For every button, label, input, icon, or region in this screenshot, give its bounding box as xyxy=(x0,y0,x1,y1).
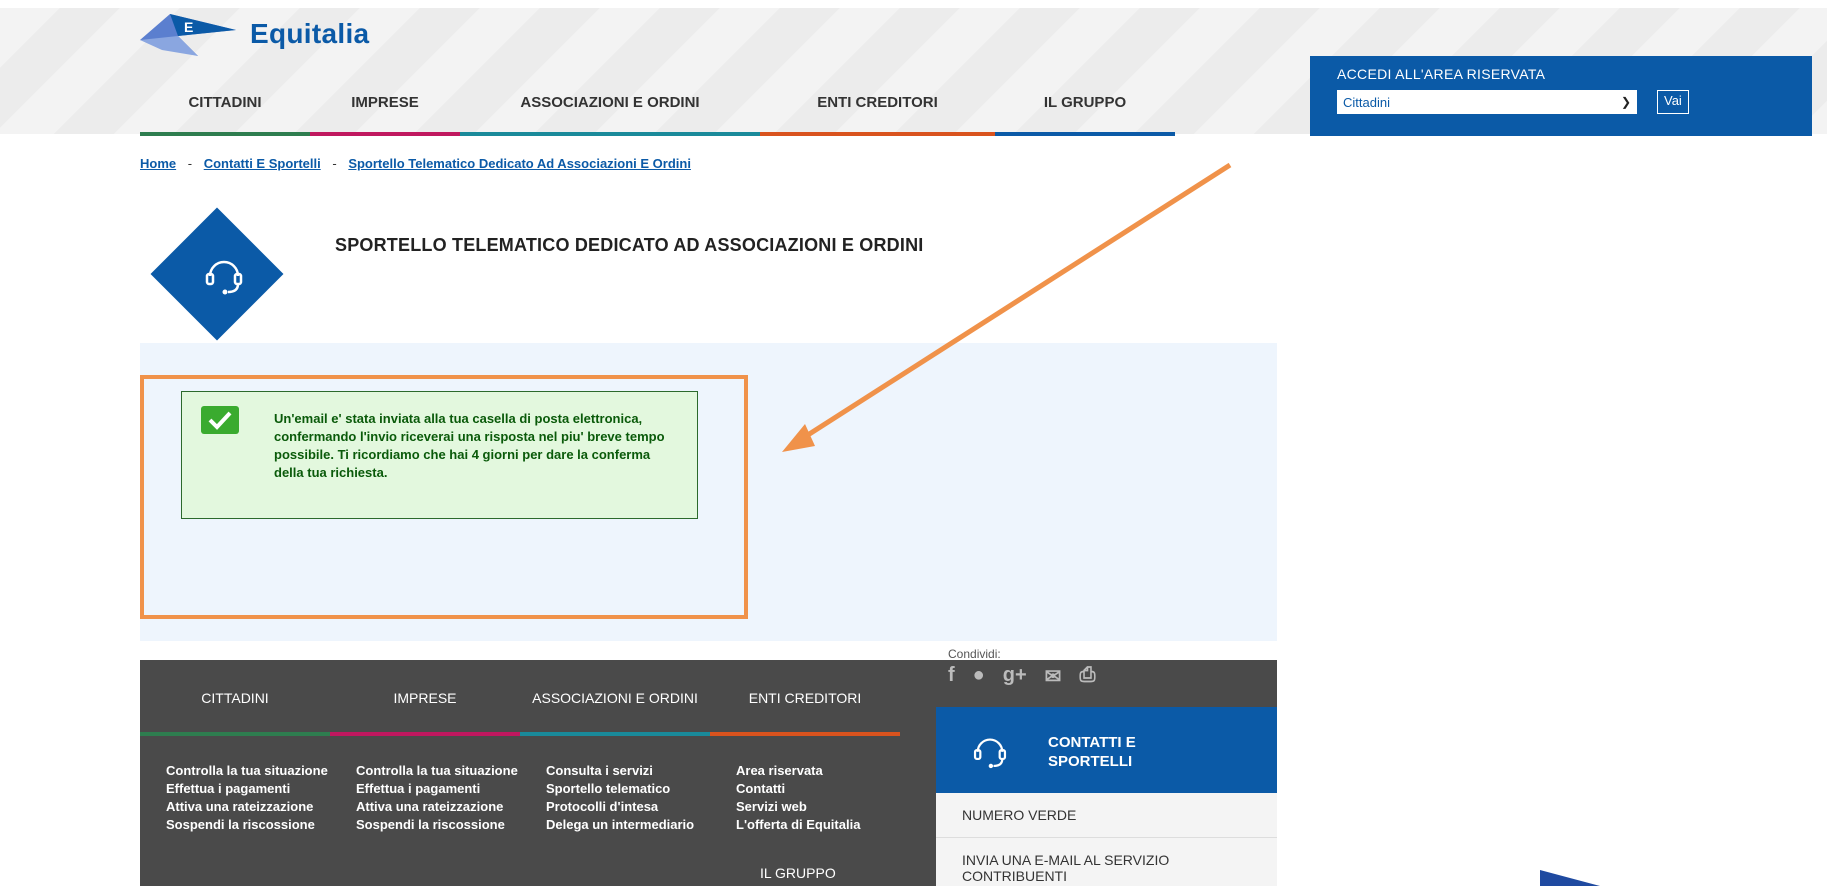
share-icons: f ● g+ ✉ ⎙ xyxy=(948,664,1095,689)
go-button[interactable]: Vai xyxy=(1657,90,1689,114)
logo-text: Equitalia xyxy=(250,18,370,49)
headset-icon xyxy=(973,738,1007,769)
nav-enti-creditori[interactable]: ENTI CREDITORI xyxy=(760,88,995,136)
footer-col-underline xyxy=(140,732,330,736)
twitter-icon[interactable]: ● xyxy=(973,664,985,689)
email-icon[interactable]: ✉ xyxy=(1045,664,1062,689)
footer-col-label: IMPRESE xyxy=(393,690,457,706)
footer-link[interactable]: Consulta i servizi xyxy=(546,762,710,780)
footer-link[interactable]: Attiva una rateizzazione xyxy=(356,798,520,816)
nav-underline xyxy=(140,132,310,136)
contacts-numero-verde[interactable]: NUMERO VERDE xyxy=(936,793,1277,838)
reserved-area-panel: ACCEDI ALL'AREA RISERVATA Cittadini ❯ Va… xyxy=(1310,56,1812,136)
svg-text:E: E xyxy=(184,19,193,35)
footer-link[interactable]: L'offerta di Equitalia xyxy=(736,816,900,834)
footer-link[interactable]: Effettua i pagamenti xyxy=(356,780,520,798)
footer-col-cittadini[interactable]: CITTADINI xyxy=(140,690,330,736)
success-message-text: Un'email e' stata inviata alla tua casel… xyxy=(274,411,665,480)
footer-col-label: ENTI CREDITORI xyxy=(748,690,862,706)
footer-link[interactable]: Sportello telematico xyxy=(546,780,710,798)
nav-label: CITTADINI xyxy=(188,94,262,111)
footer-col-underline xyxy=(710,732,900,736)
footer-col-enti[interactable]: ENTI CREDITORI xyxy=(710,690,900,736)
headset-icon xyxy=(205,260,243,295)
nav-label: ENTI CREDITORI xyxy=(817,94,938,111)
footer-link[interactable]: Effettua i pagamenti xyxy=(166,780,330,798)
main-nav: CITTADINI IMPRESE ASSOCIAZIONI E ORDINI … xyxy=(140,88,1175,136)
nav-il-gruppo[interactable]: IL GRUPPO xyxy=(995,88,1175,136)
breadcrumb: Home - Contatti E Sportelli - Sportello … xyxy=(140,156,691,171)
footer-link[interactable]: Delega un intermediario xyxy=(546,816,710,834)
nav-underline xyxy=(310,132,460,136)
google-plus-icon[interactable]: g+ xyxy=(1003,664,1027,689)
footer-link[interactable]: Controlla la tua situazione xyxy=(166,762,330,780)
footer-col-underline xyxy=(520,732,710,736)
equitalia-logo-icon: E xyxy=(140,14,236,56)
nav-label: IMPRESE xyxy=(351,94,419,111)
footer-link[interactable]: Contatti xyxy=(736,780,900,798)
reserved-area-title: ACCEDI ALL'AREA RISERVATA xyxy=(1337,66,1546,82)
print-icon[interactable]: ⎙ xyxy=(1079,664,1095,689)
footer-link[interactable]: Servizi web xyxy=(736,798,900,816)
footer-col-associazioni[interactable]: ASSOCIAZIONI E ORDINI xyxy=(520,690,710,736)
contacts-box[interactable]: CONTATTI E SPORTELLI xyxy=(936,707,1277,793)
contacts-list: NUMERO VERDE INVIA UNA E-MAIL AL SERVIZI… xyxy=(936,793,1277,886)
footer-links-enti: Area riservata Contatti Servizi web L'of… xyxy=(710,762,900,834)
footer-links-imprese: Controlla la tua situazione Effettua i p… xyxy=(330,762,520,834)
nav-cittadini[interactable]: CITTADINI xyxy=(140,88,310,136)
footer-il-gruppo[interactable]: IL GRUPPO xyxy=(760,865,836,881)
nav-associazioni[interactable]: ASSOCIAZIONI E ORDINI xyxy=(460,88,760,136)
footer-link[interactable]: Attiva una rateizzazione xyxy=(166,798,330,816)
nav-imprese[interactable]: IMPRESE xyxy=(310,88,460,136)
success-message: Un'email e' stata inviata alla tua casel… xyxy=(181,391,698,519)
breadcrumb-contatti[interactable]: Contatti E Sportelli xyxy=(204,156,321,171)
footer-links-cittadini: Controlla la tua situazione Effettua i p… xyxy=(140,762,330,834)
footer-col-label: ASSOCIAZIONI E ORDINI xyxy=(532,690,698,706)
page: E Equitalia CITTADINI IMPRESE ASSOCIAZIO… xyxy=(0,0,1827,886)
decorative-triangle xyxy=(1540,870,1600,886)
contacts-title: CONTATTI E SPORTELLI xyxy=(1048,734,1136,770)
breadcrumb-separator: - xyxy=(332,156,337,171)
check-icon xyxy=(201,406,239,434)
nav-label: IL GRUPPO xyxy=(1043,94,1127,111)
footer-links-associazioni: Consulta i servizi Sportello telematico … xyxy=(520,762,710,834)
footer-link[interactable]: Protocolli d'intesa xyxy=(546,798,710,816)
contacts-email[interactable]: INVIA UNA E-MAIL AL SERVIZIO CONTRIBUENT… xyxy=(936,838,1277,886)
footer-col-imprese[interactable]: IMPRESE xyxy=(330,690,520,736)
chevron-down-icon: ❯ xyxy=(1620,95,1631,109)
page-title: SPORTELLO TELEMATICO DEDICATO AD ASSOCIA… xyxy=(335,235,924,255)
reserved-area-select[interactable]: Cittadini ❯ xyxy=(1337,90,1637,114)
nav-underline xyxy=(760,132,995,136)
footer-col-label: CITTADINI xyxy=(201,690,269,706)
footer-link[interactable]: Sospendi la riscossione xyxy=(356,816,520,834)
nav-underline xyxy=(995,132,1175,136)
facebook-icon[interactable]: f xyxy=(948,664,955,689)
breadcrumb-home[interactable]: Home xyxy=(140,156,176,171)
select-value: Cittadini xyxy=(1343,94,1390,110)
footer-link[interactable]: Sospendi la riscossione xyxy=(166,816,330,834)
nav-label: ASSOCIAZIONI E ORDINI xyxy=(520,94,700,111)
footer-link[interactable]: Area riservata xyxy=(736,762,900,780)
logo[interactable]: E Equitalia xyxy=(140,10,369,58)
breadcrumb-current[interactable]: Sportello Telematico Dedicato Ad Associa… xyxy=(348,156,691,171)
breadcrumb-separator: - xyxy=(187,156,193,171)
nav-underline xyxy=(460,132,760,136)
footer-link[interactable]: Controlla la tua situazione xyxy=(356,762,520,780)
share-label: Condividi: xyxy=(948,647,1001,661)
footer-col-underline xyxy=(330,732,520,736)
